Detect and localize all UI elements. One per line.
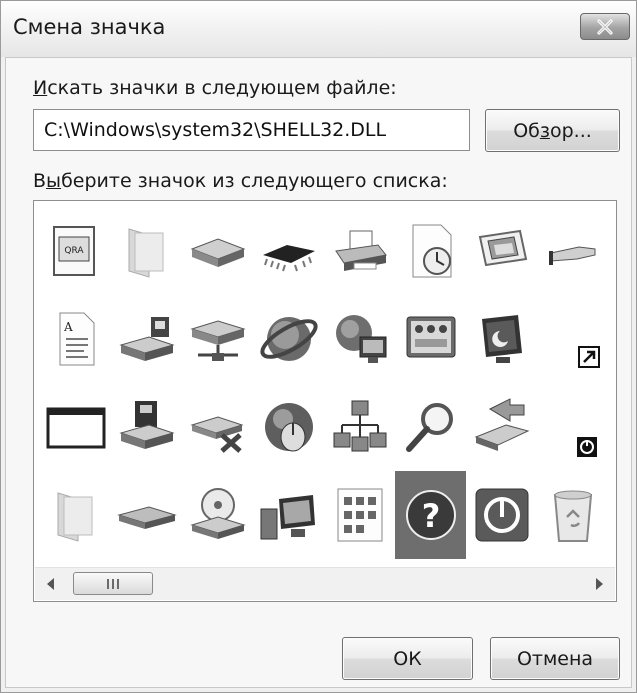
- icon-list-item[interactable]: [111, 207, 182, 295]
- icon-list-item[interactable]: [324, 471, 395, 559]
- document-clock-icon: [412, 224, 451, 278]
- title-bar: Смена значка: [1, 1, 636, 57]
- icon-list-item[interactable]: [537, 471, 608, 559]
- magnifier-icon: [405, 403, 453, 452]
- change-icon-dialog: Смена значка Искать значки в следующем ф…: [0, 0, 637, 693]
- printer-icon: [334, 230, 387, 271]
- icon-list-item[interactable]: QRA: [40, 207, 111, 295]
- globe-computer-icon: [335, 315, 386, 363]
- window-app-icon: QRA: [52, 226, 95, 276]
- grip-line: [112, 578, 114, 589]
- icon-list-item[interactable]: [253, 471, 324, 559]
- icon-list-label: Выберите значок из следующего списка:: [33, 170, 448, 192]
- internet-globe-icon: [259, 317, 318, 361]
- icon-list-item[interactable]: [182, 295, 253, 383]
- power-overlay-icon: [576, 437, 597, 457]
- icon-list-item[interactable]: [537, 207, 608, 295]
- svg-text:A: A: [63, 320, 73, 334]
- icon-list-item[interactable]: [395, 295, 466, 383]
- disconnected-network-drive-icon: [189, 416, 244, 453]
- network-server-icon: [189, 320, 246, 361]
- icon-list-item[interactable]: [111, 471, 182, 559]
- network-drive-icon: [118, 317, 175, 361]
- close-icon: [597, 18, 613, 35]
- horizontal-scrollbar[interactable]: [35, 567, 615, 600]
- dialog-title: Смена значка: [13, 15, 166, 39]
- icon-list-item[interactable]: [324, 295, 395, 383]
- icon-list-item[interactable]: A: [40, 295, 111, 383]
- icon-list-item[interactable]: [466, 207, 537, 295]
- icon-list-item[interactable]: [466, 383, 537, 471]
- power-button-icon: [475, 488, 528, 542]
- icon-list-item[interactable]: [466, 295, 537, 383]
- display-frame-icon: [478, 229, 527, 267]
- cd-drive-icon: [189, 488, 246, 539]
- recycle-bin-icon: [553, 490, 592, 542]
- ok-button[interactable]: ОК: [342, 637, 473, 680]
- icon-list-item[interactable]: [395, 383, 466, 471]
- icon-list-item[interactable]: [537, 295, 608, 383]
- floppy-drive-icon: [118, 401, 175, 449]
- icon-list-item[interactable]: [395, 207, 466, 295]
- icon-list-item[interactable]: [182, 471, 253, 559]
- icon-list-item[interactable]: [253, 383, 324, 471]
- control-panel-icon: [406, 316, 455, 358]
- icon-list-item[interactable]: [40, 471, 111, 559]
- flat-drive-icon: [116, 506, 177, 529]
- icon-listbox[interactable]: QRA A?: [33, 200, 617, 602]
- monitor-moon-icon: [481, 315, 522, 363]
- grip-line: [117, 578, 119, 589]
- network-tree-icon: [333, 400, 386, 452]
- mouse-globe-icon: [264, 403, 313, 452]
- icon-grid: QRA A?: [40, 207, 610, 562]
- scroll-right-arrow-icon[interactable]: [596, 578, 603, 590]
- scroll-left-arrow-icon[interactable]: [47, 578, 54, 590]
- icon-list-item[interactable]: [182, 207, 253, 295]
- icon-list-item[interactable]: [253, 295, 324, 383]
- icon-list-item[interactable]: [111, 383, 182, 471]
- shortcut-overlay-icon: [577, 346, 600, 368]
- folder-icon: [128, 228, 163, 278]
- help-question-icon: ?: [405, 490, 456, 540]
- icon-list-item[interactable]: [324, 383, 395, 471]
- usb-arrow-icon: [474, 398, 529, 451]
- icon-list-item[interactable]: [537, 383, 608, 471]
- icon-list-item[interactable]: [111, 295, 182, 383]
- text-document-icon: A: [59, 312, 94, 366]
- computer-monitor-icon: [260, 495, 315, 540]
- browse-button[interactable]: Об з ор...: [485, 109, 620, 152]
- hand-share-icon: [548, 246, 595, 265]
- icon-list-item[interactable]: [324, 207, 395, 295]
- icon-list-item[interactable]: [466, 471, 537, 559]
- close-button[interactable]: [580, 13, 630, 40]
- folder-2-icon: [57, 492, 92, 542]
- file-label: Искать значки в следующем файле:: [33, 77, 397, 99]
- drive-icon: [190, 238, 245, 267]
- icon-list-item[interactable]: [40, 383, 111, 471]
- svg-text:QRA: QRA: [64, 246, 84, 256]
- empty-window-icon: [46, 407, 105, 449]
- grid-document-icon: [337, 488, 382, 542]
- icon-list-item[interactable]: ?: [395, 471, 466, 559]
- cancel-button[interactable]: Отмена: [490, 637, 620, 680]
- icon-list-item[interactable]: [253, 207, 324, 295]
- file-path-input[interactable]: [33, 109, 470, 151]
- icon-list-item[interactable]: [182, 383, 253, 471]
- chip-icon: [262, 245, 315, 272]
- grip-line: [107, 578, 109, 589]
- svg-text:?: ?: [421, 497, 440, 535]
- scroll-thumb[interactable]: [73, 572, 153, 595]
